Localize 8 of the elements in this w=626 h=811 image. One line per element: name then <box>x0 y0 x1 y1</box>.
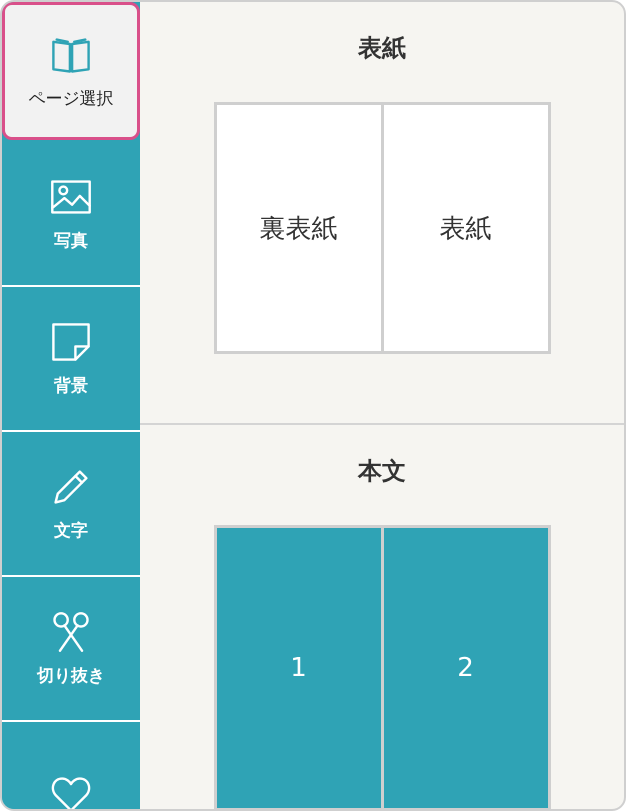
page-thumbnail[interactable]: 1 <box>216 528 380 808</box>
page-thumbnail[interactable]: 裏表紙 <box>216 105 380 351</box>
sidebar-item[interactable]: ページ選択 <box>2 2 140 140</box>
section-title: 表紙 <box>358 33 406 64</box>
section-title: 本文 <box>358 456 406 487</box>
page-thumbnail[interactable]: 表紙 <box>384 105 548 351</box>
note-icon <box>49 320 93 364</box>
page-thumbnail[interactable]: 2 <box>384 528 548 808</box>
